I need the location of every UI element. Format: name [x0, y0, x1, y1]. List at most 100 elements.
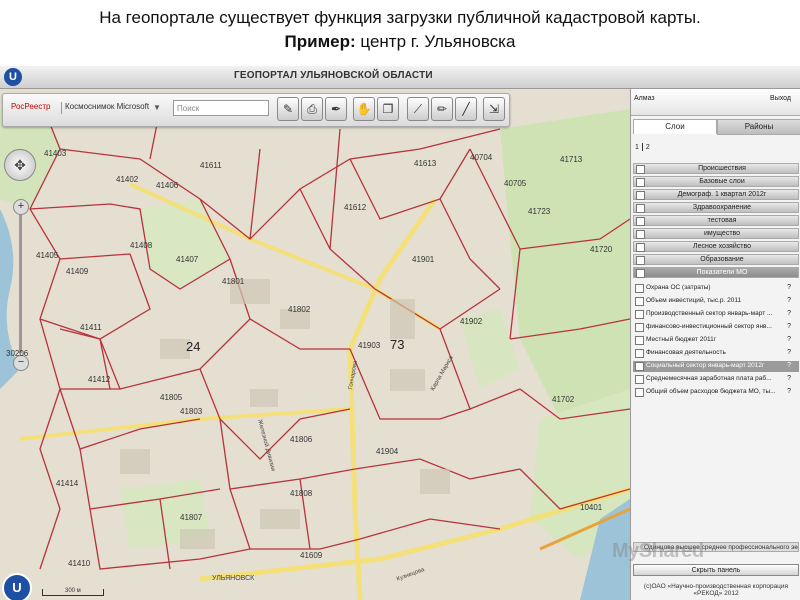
- layer-label: Финансовая деятельность: [646, 349, 726, 356]
- layer-item[interactable]: Объем инвестиций, тыс.р. 2011?: [635, 296, 799, 307]
- layer-group[interactable]: Здравоохранение: [633, 202, 799, 213]
- scale-label: 300 м: [65, 588, 81, 594]
- layer-item-selected[interactable]: Социальный сектор январь-март 2012г?: [633, 361, 799, 372]
- layer-group-checkbox[interactable]: [636, 230, 645, 239]
- measure-icon[interactable]: ⟋: [407, 97, 429, 121]
- copy-icon[interactable]: ❐: [377, 97, 399, 121]
- layer-info-icon[interactable]: ?: [787, 375, 791, 383]
- layer-item[interactable]: Среднемесячная заработная плата раб...?: [635, 374, 799, 385]
- pan-control-icon[interactable]: ✥: [4, 149, 36, 181]
- layer-info-icon[interactable]: ?: [787, 310, 791, 318]
- layer-group[interactable]: Демограф. 1 квартал 2012г: [633, 189, 799, 200]
- pager-separator: [641, 143, 643, 151]
- hand-icon[interactable]: ✋: [353, 97, 375, 121]
- quarter-label: 41904: [376, 447, 399, 456]
- layer-label: Производственный сектор январь-март ...: [646, 310, 773, 317]
- layer-group[interactable]: Лесное хозяйство: [633, 241, 799, 252]
- zoom-slider[interactable]: [19, 215, 22, 353]
- layer-group-checkbox[interactable]: [636, 269, 645, 278]
- quarter-label: 41807: [180, 513, 203, 522]
- geoportal-window: U ГЕОПОРТАЛ УЛЬЯНОВСКОЙ ОБЛАСТИ РосРеест…: [0, 66, 800, 600]
- layer-group-checkbox[interactable]: [636, 178, 645, 187]
- chevron-down-icon[interactable]: ▼: [153, 103, 161, 112]
- layer-item[interactable]: Производственный сектор январь-март ...?: [635, 309, 799, 320]
- quarter-label: 41409: [66, 267, 89, 276]
- print-icon[interactable]: ⎙: [301, 97, 323, 121]
- layer-group[interactable]: Базовые слои: [633, 176, 799, 187]
- slide-caption: На геопортале существует функция загрузк…: [0, 0, 800, 66]
- layer-group[interactable]: тестовая: [633, 215, 799, 226]
- export-icon[interactable]: ⇲: [483, 97, 505, 121]
- quarter-label: 41803: [180, 407, 203, 416]
- user-name: Алмаз: [634, 95, 655, 102]
- layer-group-checkbox[interactable]: [636, 204, 645, 213]
- layer-checkbox[interactable]: [635, 284, 644, 293]
- layer-group-checkbox[interactable]: [636, 191, 645, 200]
- quarter-label: 41611: [200, 161, 222, 170]
- layer-item[interactable]: Финансовая деятельность?: [635, 348, 799, 359]
- layer-info-icon[interactable]: ?: [787, 349, 791, 357]
- layer-group-checkbox[interactable]: [636, 256, 645, 265]
- caption-line-1: На геопортале существует функция загрузк…: [99, 8, 701, 27]
- layer-group[interactable]: Образование: [633, 254, 799, 265]
- layer-group[interactable]: имущество: [633, 228, 799, 239]
- cadastral-map[interactable]: РосРеестр Космоснимок Microsoft ▼ Поиск …: [0, 89, 630, 600]
- rosreestr-source-button[interactable]: РосРеестр: [11, 102, 50, 111]
- title-bar: U ГЕОПОРТАЛ УЛЬЯНОВСКОЙ ОБЛАСТИ: [0, 66, 800, 89]
- page-2-link[interactable]: 2: [646, 144, 650, 151]
- layer-group-label: Показатели МО: [696, 269, 748, 276]
- pen-icon[interactable]: ✒: [325, 97, 347, 121]
- layer-info-icon[interactable]: ?: [787, 362, 791, 370]
- layer-item[interactable]: финансово-инвестиционный сектор янв...?: [635, 322, 799, 333]
- layer-checkbox[interactable]: [635, 388, 644, 397]
- quarter-label: 41808: [290, 489, 313, 498]
- layer-group[interactable]: Происшествия: [633, 163, 799, 174]
- quarter-label: 41407: [176, 255, 199, 264]
- layer-item[interactable]: Местный бюджет 2011г?: [635, 335, 799, 346]
- layer-checkbox[interactable]: [635, 336, 644, 345]
- layer-checkbox[interactable]: [635, 375, 644, 384]
- zoom-in-button[interactable]: +: [13, 199, 29, 215]
- layer-item[interactable]: Охрана ОС (затраты)?: [635, 283, 799, 294]
- map-scale-bar: 300 м: [42, 588, 104, 596]
- layer-pager: 12: [635, 143, 650, 151]
- quarter-label: 40704: [470, 153, 493, 162]
- map-toolbar: РосРеестр Космоснимок Microsoft ▼ Поиск …: [2, 93, 510, 127]
- caption-example-text: центр г. Ульяновска: [355, 32, 516, 51]
- layer-label: финансово-инвестиционный сектор янв...: [646, 323, 772, 330]
- logout-link[interactable]: Выход: [770, 95, 791, 102]
- layer-label: Местный бюджет 2011г: [646, 336, 717, 343]
- quarter-label: 41402: [116, 175, 139, 184]
- layer-group-checkbox[interactable]: [636, 165, 645, 174]
- line-icon[interactable]: ╱: [455, 97, 477, 121]
- layer-group-selected[interactable]: Показатели МО: [633, 267, 799, 278]
- layer-checkbox[interactable]: [635, 362, 644, 371]
- layer-group-label: имущество: [703, 230, 741, 237]
- layer-checkbox[interactable]: [635, 310, 644, 319]
- layer-checkbox[interactable]: [635, 323, 644, 332]
- pencil-icon[interactable]: ✏: [431, 97, 453, 121]
- quarter-label: 41702: [552, 395, 575, 404]
- hide-panel-button[interactable]: Скрыть панель: [633, 564, 799, 576]
- layer-checkbox[interactable]: [635, 297, 644, 306]
- quarter-label: 41406: [156, 181, 179, 190]
- layer-label: Охрана ОС (затраты): [646, 284, 711, 291]
- layer-info-icon[interactable]: ?: [787, 388, 791, 396]
- kosmosnimok-source-button[interactable]: Космоснимок Microsoft: [65, 102, 149, 111]
- layer-item[interactable]: Общий объем расходов бюджета МО, ты...?: [635, 387, 799, 398]
- layer-info-icon[interactable]: ?: [787, 323, 791, 331]
- layer-label: Общий объем расходов бюджета МО, ты...: [646, 388, 776, 395]
- layer-group-checkbox[interactable]: [636, 217, 645, 226]
- page-1-link[interactable]: 1: [635, 144, 639, 151]
- tab-layers[interactable]: Слои: [633, 119, 717, 134]
- layer-group-checkbox[interactable]: [636, 243, 645, 252]
- tab-districts[interactable]: Районы: [717, 119, 800, 135]
- copyright-text: (с)ОАО «Научно-производственная корпорац…: [643, 583, 789, 597]
- layer-info-icon[interactable]: ?: [787, 336, 791, 344]
- layer-info-icon[interactable]: ?: [787, 284, 791, 292]
- quarter-label: 41901: [412, 255, 435, 264]
- search-input[interactable]: Поиск: [173, 100, 269, 116]
- layer-checkbox[interactable]: [635, 349, 644, 358]
- layer-info-icon[interactable]: ?: [787, 297, 791, 305]
- ruler-icon[interactable]: ✎: [277, 97, 299, 121]
